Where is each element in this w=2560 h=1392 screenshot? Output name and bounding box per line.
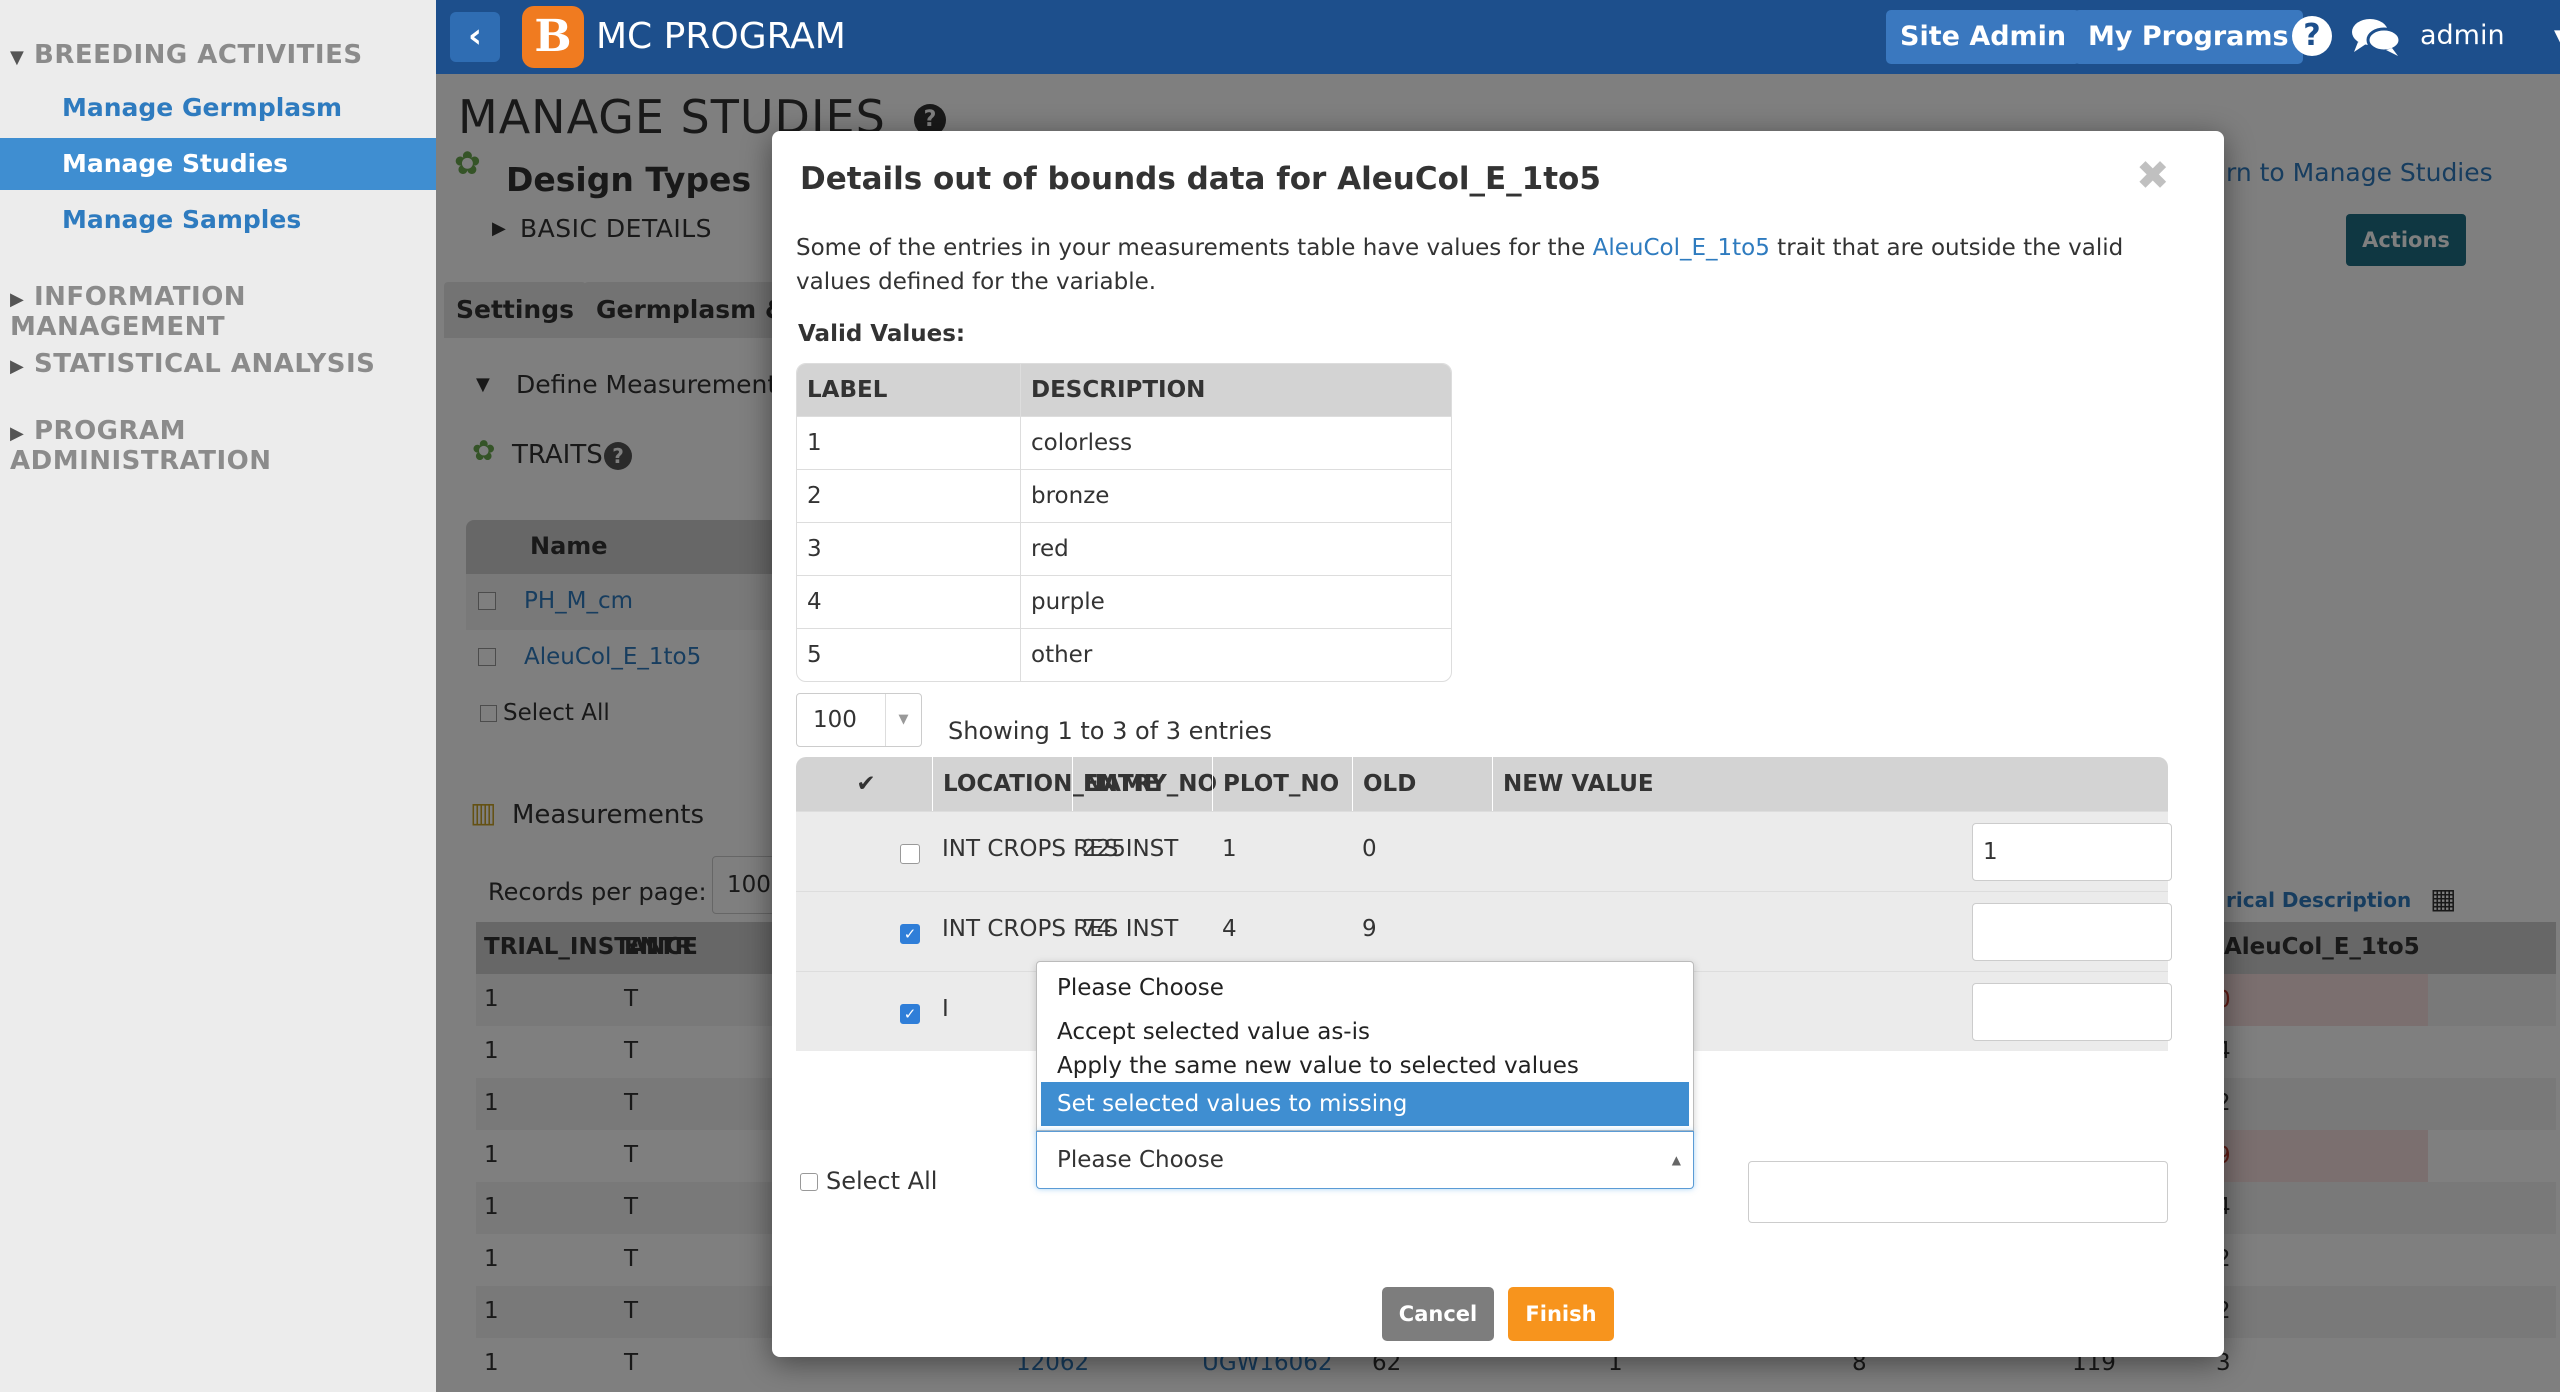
column-header-description: DESCRIPTION — [1021, 364, 1451, 416]
column-header-old-value: OLD VALUE — [1352, 757, 1492, 851]
column-header-label: LABEL — [797, 364, 1021, 416]
top-navigation-bar: ‹ B MC PROGRAM Site Admin My Programs ? … — [436, 0, 2560, 74]
row-checkbox[interactable]: ✓ — [900, 1004, 920, 1024]
row-checkbox[interactable] — [900, 844, 920, 864]
location-cell: INT CROPS RES INST — [942, 836, 1179, 862]
caret-right-icon: ▶ — [10, 356, 25, 377]
table-row: 5 other — [797, 628, 1451, 681]
select-column-header: ✔ — [856, 771, 876, 797]
help-icon[interactable]: ? — [2292, 16, 2332, 56]
plot-cell: 1 — [1222, 836, 1237, 862]
action-dropdown-list: Please Choose Accept selected value as-i… — [1036, 961, 1694, 1131]
page-size-select[interactable]: 100 ▼ — [796, 693, 922, 747]
table-row: 2 bronze — [797, 469, 1451, 522]
out-of-bounds-table-header: ✔ LOCATION_NAME ENTRY_NO PLOT_NO OLD VAL… — [796, 757, 2168, 851]
finish-button[interactable]: Finish — [1508, 1287, 1614, 1341]
caret-right-icon: ▶ — [10, 289, 25, 310]
column-header-entry-no: ENTRY_NO — [1072, 757, 1217, 811]
table-row: 3 red — [797, 522, 1451, 575]
entry-cell: 225 — [1082, 836, 1126, 862]
valid-values-label: Valid Values: — [798, 321, 966, 347]
table-row: ✓ INT CROPS RES INST 74 4 9 — [796, 891, 2172, 971]
out-of-bounds-modal: Details out of bounds data for AleuCol_E… — [772, 131, 2224, 1357]
caret-down-icon: ▼ — [10, 47, 25, 68]
sidebar-item-manage-samples[interactable]: Manage Samples — [0, 194, 436, 246]
table-row: 4 purple — [797, 575, 1451, 628]
location-cell: I — [942, 996, 949, 1022]
plot-cell: 4 — [1222, 916, 1237, 942]
new-value-input[interactable] — [1972, 903, 2172, 961]
program-name: MC PROGRAM — [596, 16, 846, 57]
table-row: INT CROPS RES INST 225 1 0 1 — [796, 811, 2172, 891]
action-select[interactable]: Please Choose ▲ — [1036, 1131, 1694, 1189]
new-value-input[interactable]: 1 — [1972, 823, 2172, 881]
modal-title: Details out of bounds data for AleuCol_E… — [800, 161, 1601, 197]
select-all[interactable]: Select All — [800, 1167, 937, 1195]
caret-right-icon: ▶ — [10, 423, 25, 444]
valid-values-table: LABEL DESCRIPTION 1 colorless 2 bronze 3 re… — [796, 363, 1452, 682]
column-header-new-value: NEW VALUE — [1492, 757, 1712, 811]
trait-link[interactable]: AleuCol_E_1to5 — [1593, 235, 1770, 261]
checkbox[interactable] — [800, 1173, 818, 1191]
entry-cell: 74 — [1082, 916, 1112, 942]
sidebar-item-manage-studies[interactable]: Manage Studies — [0, 138, 436, 190]
chevron-down-icon[interactable]: ▼ — [885, 694, 921, 746]
column-header-location: LOCATION_NAME — [932, 757, 1159, 811]
section-breeding-activities[interactable]: ▼ BREEDING ACTIVITIES — [10, 40, 363, 70]
column-header-plot-no: PLOT_NO — [1212, 757, 1352, 811]
my-programs-button[interactable]: My Programs — [2074, 10, 2303, 64]
section-program-administration[interactable]: ▶ PROGRAM ADMINISTRATION — [10, 416, 436, 476]
sidebar-item-manage-germplasm[interactable]: Manage Germplasm — [0, 82, 436, 134]
sidebar: ▼ BREEDING ACTIVITIES Manage Germplasm Ma… — [0, 0, 436, 1392]
back-button[interactable]: ‹ — [450, 12, 500, 62]
old-value-cell: 9 — [1362, 916, 1377, 942]
old-value-cell: 0 — [1362, 836, 1377, 862]
close-icon[interactable]: ✖ — [2136, 153, 2170, 199]
dropdown-option[interactable]: Please Choose — [1041, 966, 1689, 1010]
chevron-left-icon: ‹ — [467, 16, 482, 56]
dropdown-option-highlighted[interactable]: Set selected values to missing — [1041, 1082, 1689, 1126]
caret-down-icon[interactable]: ▼ — [2554, 26, 2560, 47]
new-value-input[interactable] — [1972, 983, 2172, 1041]
breeding-management-logo: B — [522, 6, 584, 68]
user-menu[interactable]: admin — [2420, 20, 2505, 51]
location-cell: INT CROPS RES INST — [942, 916, 1179, 942]
cancel-button[interactable]: Cancel — [1382, 1287, 1494, 1341]
bulk-new-value-input[interactable] — [1748, 1161, 2168, 1223]
modal-description: Some of the entries in your measurements… — [796, 235, 2124, 295]
caret-up-icon: ▲ — [1671, 1153, 1681, 1167]
section-statistical-analysis[interactable]: ▶ STATISTICAL ANALYSIS — [10, 349, 375, 379]
table-row: 1 colorless — [797, 416, 1451, 469]
row-checkbox[interactable]: ✓ — [900, 924, 920, 944]
entries-info: Showing 1 to 3 of 3 entries — [948, 717, 1272, 745]
chat-icon[interactable] — [2350, 14, 2402, 67]
site-admin-button[interactable]: Site Admin — [1886, 10, 2081, 64]
section-information-management[interactable]: ▶ INFORMATION MANAGEMENT — [10, 282, 436, 342]
